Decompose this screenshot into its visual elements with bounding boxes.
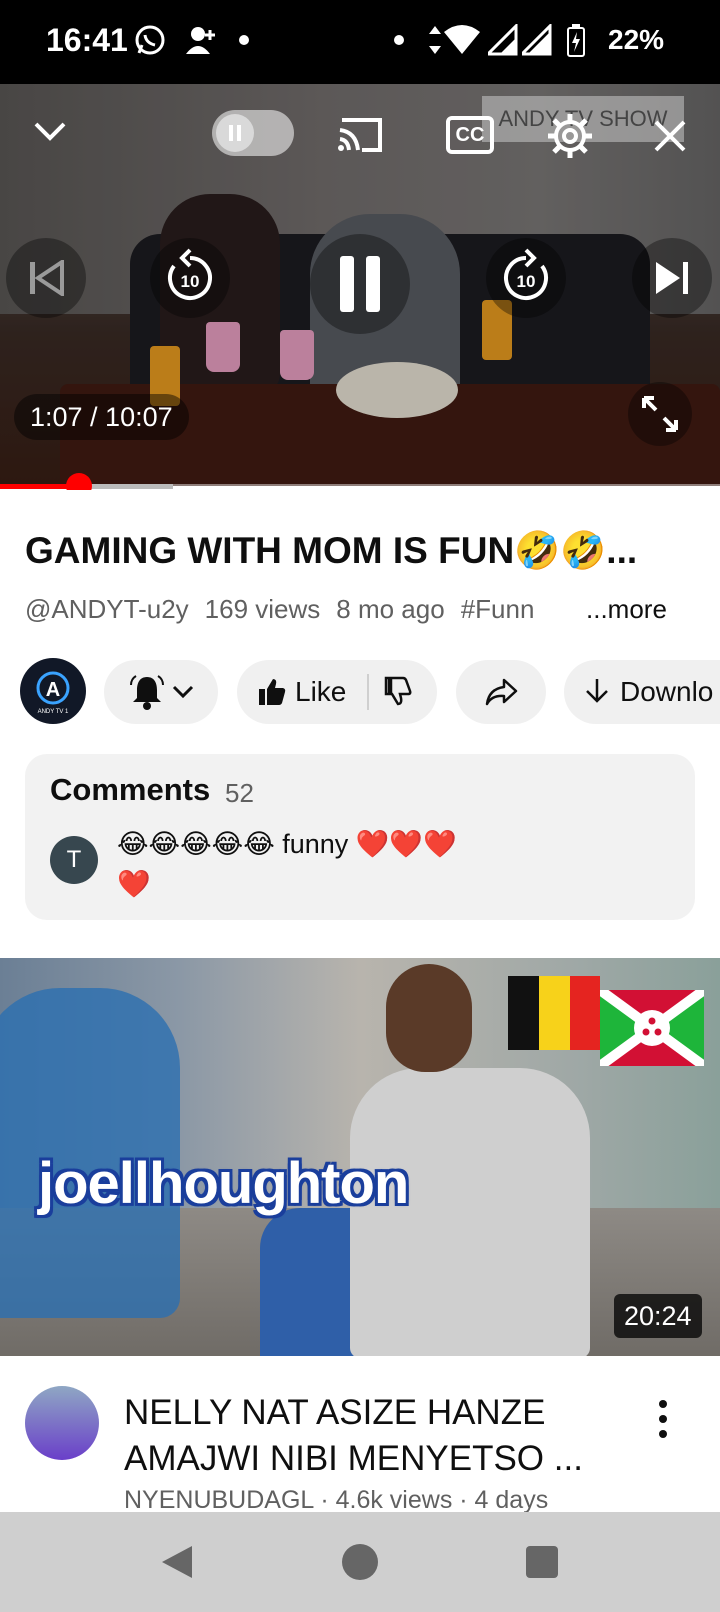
replay-10-icon: 10 xyxy=(168,248,212,300)
previous-icon xyxy=(30,260,64,296)
top-comment-text: 😂😂😂😂😂 funny ❤️❤️❤️ ❤️ xyxy=(117,829,457,899)
comments-title: Comments xyxy=(50,772,211,807)
next-video-title[interactable]: NELLY NAT ASIZE HANZE AMAJWI NIBI MENYET… xyxy=(124,1390,624,1482)
playback-time: 1:07 / 10:07 xyxy=(14,394,189,440)
hashtag[interactable]: #Funn xyxy=(461,594,541,625)
system-nav-bar xyxy=(0,1512,720,1612)
cast-icon[interactable] xyxy=(336,114,384,154)
download-icon xyxy=(586,679,608,703)
channel-logo: A ANDY TV 1 xyxy=(36,671,70,715)
dot-icon xyxy=(239,35,249,45)
whatsapp-icon xyxy=(135,25,165,55)
previous-button[interactable] xyxy=(6,238,86,318)
status-bar: 16:41 22% xyxy=(0,0,720,84)
download-button[interactable]: Downlo xyxy=(564,660,720,724)
signal-icon xyxy=(488,24,518,56)
pause-icon xyxy=(340,256,380,312)
burundi-flag-icon xyxy=(600,990,704,1066)
autoplay-toggle-icon xyxy=(216,114,254,152)
video-title[interactable]: GAMING WITH MOM IS FUN🤣🤣... xyxy=(25,530,695,573)
captions-icon: CC xyxy=(455,124,485,146)
video-player[interactable]: ANDY TV SHOW CC 10 10 1:07 / 10:07 xyxy=(0,84,720,486)
progress-bar[interactable] xyxy=(0,473,720,499)
battery-percentage: 22% xyxy=(608,24,665,55)
forward-10-button[interactable]: 10 xyxy=(486,238,566,318)
next-video-channel-avatar[interactable] xyxy=(25,1386,99,1460)
comments-section[interactable]: Comments 52 T 😂😂😂😂😂 funny ❤️❤️❤️ ❤️ xyxy=(25,754,695,920)
replay-seconds: 10 xyxy=(181,272,200,291)
status-time: 16:41 xyxy=(46,22,128,58)
recents-icon[interactable] xyxy=(522,1542,562,1582)
next-video-thumbnail[interactable]: joellhoughton 20:24 xyxy=(0,958,720,1356)
data-arrows-icon xyxy=(429,26,441,54)
video-meta[interactable]: @ANDYT-u2y 169 views 8 mo ago #Funn xyxy=(25,594,541,625)
channel-avatar-letter: A xyxy=(46,679,60,701)
channel-handle[interactable]: @ANDYT-u2y xyxy=(25,594,189,625)
video-info-panel: GAMING WITH MOM IS FUN🤣🤣... @ANDYT-u2y 1… xyxy=(0,490,720,1512)
collapse-chevron-icon[interactable] xyxy=(32,118,68,146)
view-count: 169 views xyxy=(204,594,321,624)
notifications-button[interactable] xyxy=(104,660,218,724)
fullscreen-button[interactable] xyxy=(628,382,692,446)
share-icon xyxy=(485,678,518,706)
chevron-down-icon xyxy=(172,685,194,699)
more-link[interactable]: ...more xyxy=(586,594,667,625)
thumbnail-man-head xyxy=(386,964,472,1072)
thumbs-down-icon[interactable] xyxy=(383,676,413,706)
close-icon[interactable] xyxy=(652,118,688,154)
download-label: Downlo xyxy=(620,676,714,707)
back-icon[interactable] xyxy=(158,1542,198,1582)
forward-10-icon: 10 xyxy=(504,248,548,300)
like-divider xyxy=(367,674,369,710)
action-row: A ANDY TV 1 Like Downlo xyxy=(20,658,720,728)
home-icon[interactable] xyxy=(340,1542,380,1582)
pause-button[interactable] xyxy=(310,234,410,334)
wifi-icon xyxy=(444,25,480,54)
fullscreen-icon xyxy=(642,396,678,432)
thumbs-up-icon[interactable] xyxy=(257,677,287,707)
person-add-icon xyxy=(186,27,215,54)
duration-badge: 20:24 xyxy=(614,1294,702,1338)
comments-count: 52 xyxy=(225,778,254,808)
belgium-flag-icon xyxy=(508,976,600,1050)
next-video-meta: NYENUBUDAGL · 4.6k views · 4 days xyxy=(124,1486,549,1512)
captions-button[interactable]: CC xyxy=(446,116,494,154)
dot-icon xyxy=(394,35,404,45)
channel-avatar[interactable]: A ANDY TV 1 xyxy=(20,658,86,724)
next-button[interactable] xyxy=(632,238,712,318)
signal-icon xyxy=(522,24,552,56)
autoplay-toggle[interactable] xyxy=(212,110,294,156)
settings-gear-icon[interactable] xyxy=(546,112,594,160)
upload-age: 8 mo ago xyxy=(336,594,445,624)
like-label[interactable]: Like xyxy=(295,676,346,708)
like-dislike-group: Like xyxy=(237,660,437,724)
replay-10-button[interactable]: 10 xyxy=(150,238,230,318)
more-options-icon[interactable] xyxy=(648,1394,678,1444)
channel-avatar-caption: ANDY TV 1 xyxy=(38,709,69,715)
commenter-avatar: T xyxy=(50,836,98,884)
share-button[interactable] xyxy=(456,660,546,724)
next-icon xyxy=(656,262,688,294)
thumbnail-overlay-text: joellhoughton xyxy=(38,1151,409,1216)
forward-seconds: 10 xyxy=(517,272,536,291)
bell-icon xyxy=(130,675,164,710)
battery-charging-icon xyxy=(567,24,585,57)
